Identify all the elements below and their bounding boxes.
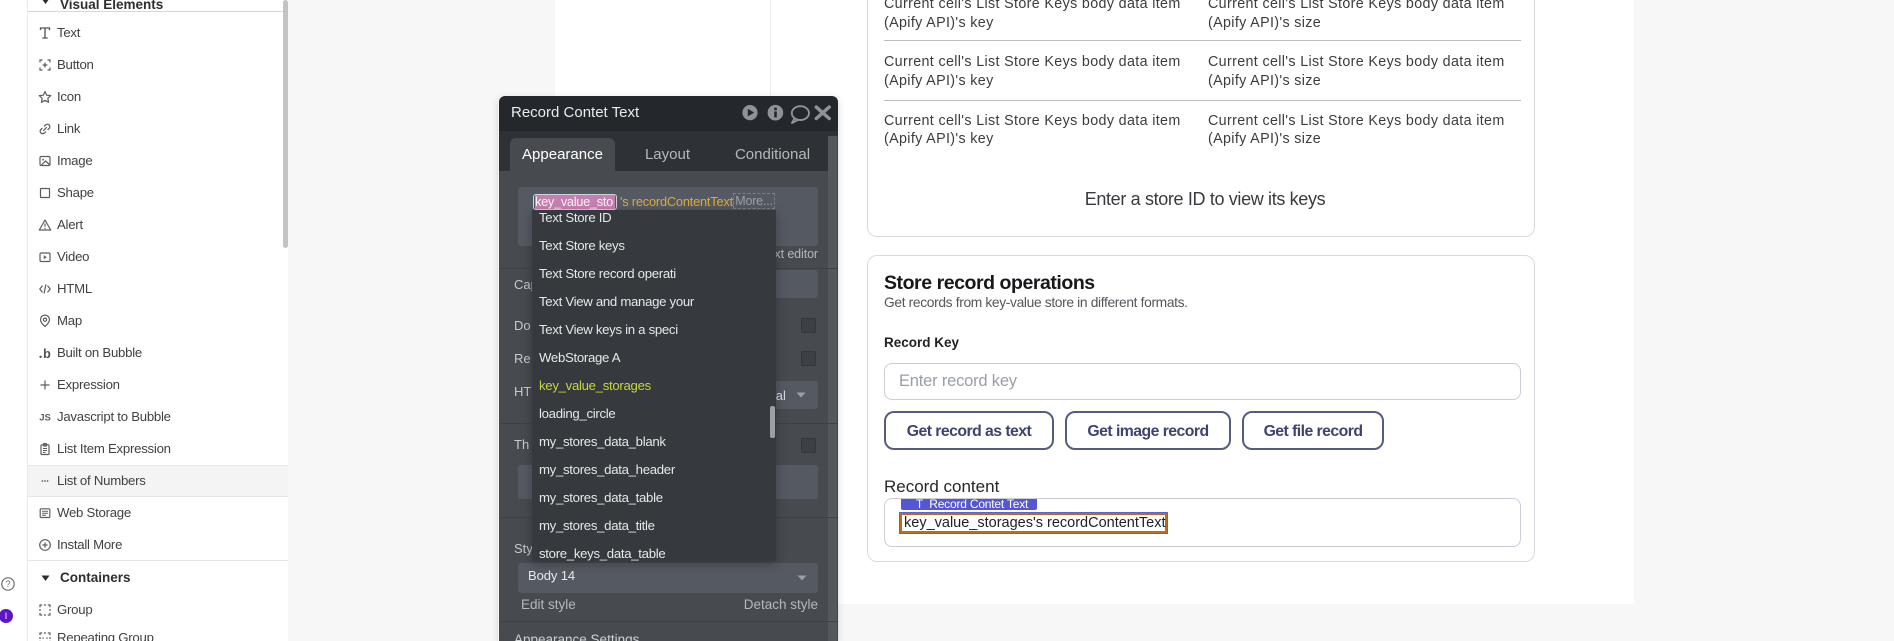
svg-text:?: ? [5,579,10,589]
svg-text:JS: JS [39,413,51,424]
svg-text:b: b [43,347,51,360]
